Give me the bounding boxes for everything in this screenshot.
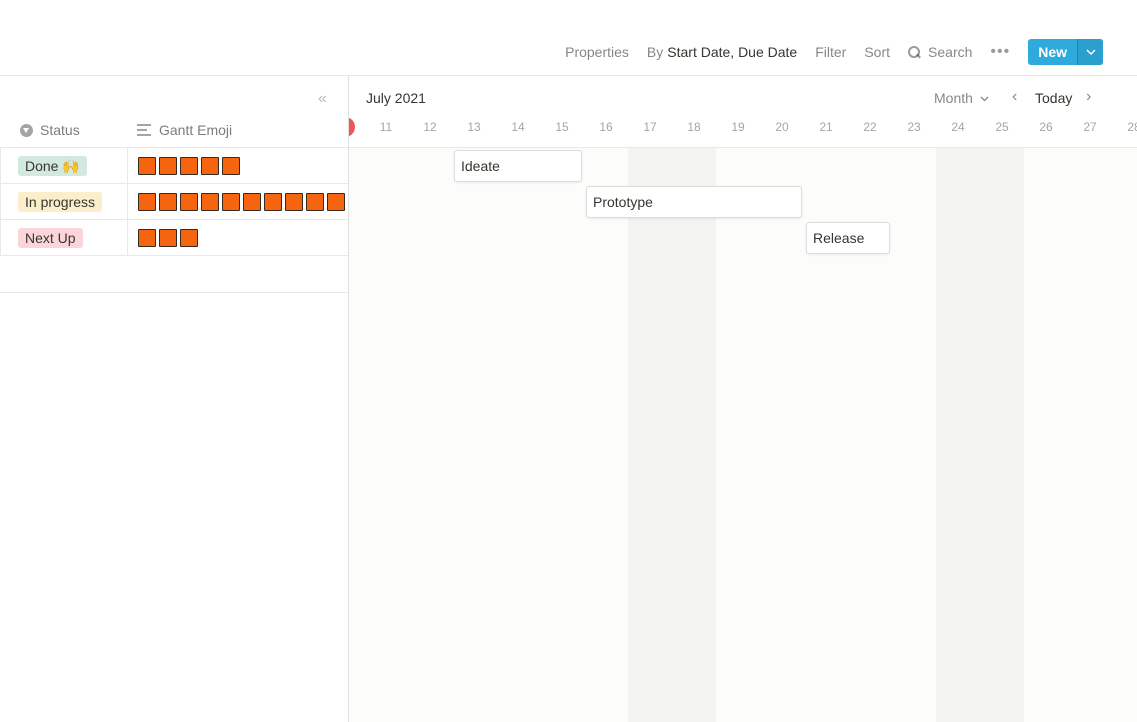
weekend-column (628, 148, 716, 722)
today-button[interactable]: Today (1035, 90, 1072, 106)
gantt-emoji-cell[interactable] (138, 220, 198, 256)
day-label: 19 (731, 120, 745, 134)
gantt-square (285, 193, 303, 211)
status-badge: In progress (18, 192, 103, 212)
gantt-square (327, 193, 345, 211)
status-badge: Done 🙌 (18, 156, 87, 176)
sort-button[interactable]: Sort (855, 38, 899, 66)
day-label: 20 (775, 120, 789, 134)
day-label: 11 (379, 120, 393, 134)
day-label: 15 (555, 120, 569, 134)
properties-button[interactable]: Properties (556, 38, 638, 66)
next-period-icon[interactable]: › (1086, 88, 1091, 106)
gantt-square (201, 157, 219, 175)
new-button-group: New (1028, 39, 1103, 65)
scale-label: Month (934, 90, 973, 106)
collapse-table-icon[interactable]: « (318, 90, 327, 108)
gantt-square (159, 157, 177, 175)
search-button[interactable]: Search (899, 38, 981, 66)
day-label: 22 (863, 120, 877, 134)
group-by-value: Start Date, Due Date (667, 44, 798, 60)
filter-button[interactable]: Filter (806, 38, 855, 66)
day-label: 21 (819, 120, 833, 134)
day-label: 23 (907, 120, 921, 134)
chevron-down-icon (980, 96, 989, 102)
status-badge: Next Up (18, 228, 83, 248)
new-button[interactable]: New (1028, 39, 1077, 65)
group-by-button[interactable]: By Start Date, Due Date (638, 38, 806, 66)
more-options-icon[interactable]: ••• (981, 38, 1019, 66)
prev-period-icon[interactable]: ‹ (1012, 88, 1017, 106)
gantt-square (138, 193, 156, 211)
day-label: 24 (951, 120, 965, 134)
task-bar[interactable]: Release (806, 222, 890, 254)
day-label: 26 (1039, 120, 1053, 134)
scale-select[interactable]: Month (934, 90, 989, 106)
day-label: 28 (1127, 120, 1137, 134)
gantt-emoji-cell[interactable] (138, 148, 240, 184)
gantt-square (180, 193, 198, 211)
gantt-square (138, 229, 156, 247)
gantt-square (306, 193, 324, 211)
search-icon (908, 45, 921, 59)
timeline-pane: July 2021 Month ‹ Today › 11 12 13 14 15 16 17… (349, 76, 1137, 722)
gantt-square (159, 229, 177, 247)
table-pane: « Status Gantt Emoji Done 🙌 In progress … (0, 76, 348, 722)
table-row[interactable]: Done 🙌 (0, 148, 348, 184)
gantt-square (264, 193, 282, 211)
day-label: 14 (511, 120, 525, 134)
gantt-square (159, 193, 177, 211)
month-label: July 2021 (366, 90, 426, 106)
today-marker (349, 117, 355, 137)
gantt-square (138, 157, 156, 175)
day-label: 13 (467, 120, 481, 134)
day-label: 12 (423, 120, 437, 134)
timeline-header: July 2021 Month ‹ Today › 11 12 13 14 15 16 17… (349, 76, 1137, 148)
select-property-icon (20, 123, 33, 137)
day-label: 25 (995, 120, 1009, 134)
day-label: 17 (643, 120, 657, 134)
status-column-label: Status (40, 122, 80, 138)
gantt-column-label: Gantt Emoji (159, 122, 233, 138)
gantt-square (243, 193, 261, 211)
gantt-column-header[interactable]: Gantt Emoji (137, 116, 232, 144)
gantt-square (201, 193, 219, 211)
day-label: 18 (687, 120, 701, 134)
gantt-square (222, 193, 240, 211)
group-by-prefix: By (646, 44, 664, 60)
gantt-square (180, 157, 198, 175)
weekend-column (936, 148, 1024, 722)
status-column-header[interactable]: Status (20, 116, 80, 144)
status-cell[interactable]: In progress (0, 184, 128, 220)
task-bar[interactable]: Prototype (586, 186, 802, 218)
table-row[interactable]: In progress (0, 184, 348, 220)
status-cell[interactable]: Done 🙌 (0, 148, 128, 184)
table-row[interactable]: Next Up (0, 220, 348, 256)
day-label: 27 (1083, 120, 1097, 134)
day-label: 16 (599, 120, 613, 134)
gantt-emoji-cell[interactable] (138, 184, 345, 220)
view-toolbar: Properties By Start Date, Due Date Filte… (556, 38, 1103, 66)
gantt-square (180, 229, 198, 247)
new-row-divider (0, 292, 348, 293)
text-property-icon (137, 124, 151, 136)
search-label: Search (928, 44, 973, 60)
status-cell[interactable]: Next Up (0, 220, 128, 256)
task-bar[interactable]: Ideate (454, 150, 582, 182)
gantt-square (222, 157, 240, 175)
new-dropdown-chevron-icon[interactable] (1077, 39, 1103, 65)
